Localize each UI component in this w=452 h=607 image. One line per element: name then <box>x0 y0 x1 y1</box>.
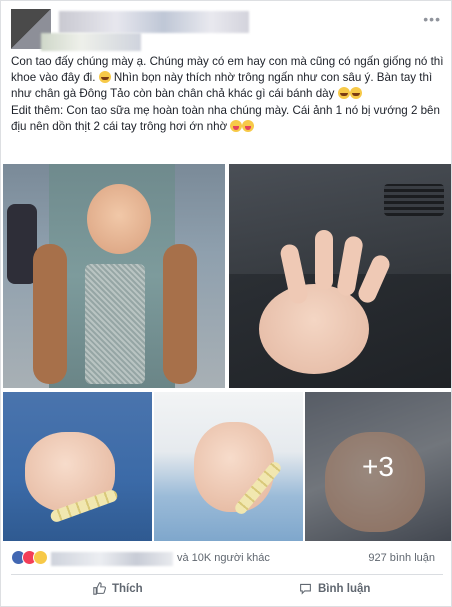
more-photos-count: +3 <box>362 450 394 482</box>
like-button[interactable]: Thích <box>93 582 143 595</box>
reactor-names-blurred[interactable] <box>51 552 173 566</box>
action-bar: Thích Bình luận <box>11 578 443 606</box>
more-options-icon[interactable]: ••• <box>423 11 441 27</box>
post-paragraph-1: Con tao đấy chúng mày ạ. Chúng mày có em… <box>11 55 444 101</box>
thumbs-up-icon <box>93 582 106 595</box>
comment-icon <box>300 583 311 595</box>
comment-label: Bình luận <box>318 582 371 595</box>
joy-emoji-icon <box>349 87 362 100</box>
photo-baby-hand-car[interactable] <box>229 164 451 388</box>
photo-baby-fist-1[interactable] <box>3 392 152 541</box>
rofl-emoji-icon <box>98 71 111 84</box>
divider <box>11 574 443 575</box>
tongue-emoji-icon <box>242 119 255 132</box>
author-name-blurred[interactable] <box>59 11 249 33</box>
like-label: Thích <box>112 582 143 595</box>
tongue-emoji-icon <box>230 119 243 132</box>
post-paragraph-2: Edit thêm: Con tao sữa mẹ hoàn toàn nha … <box>11 103 440 133</box>
reaction-count-text[interactable]: và 10K người khác <box>177 552 270 564</box>
post-header: ••• <box>11 9 443 51</box>
post-card: ••• Con tao đấy chúng mày ạ. Chúng mày c… <box>0 0 452 607</box>
photo-baby-fist-2[interactable] <box>154 392 303 541</box>
photo-baby-carrier[interactable] <box>3 164 225 388</box>
more-photos-overlay[interactable]: +3 <box>305 392 451 541</box>
joy-emoji-icon <box>337 87 350 100</box>
timestamp-blurred[interactable] <box>41 33 141 51</box>
reactions-bar: và 10K người khác 927 bình luận <box>11 550 443 566</box>
post-text: Con tao đấy chúng mày ạ. Chúng mày có em… <box>11 54 445 135</box>
comment-button[interactable]: Bình luận <box>299 582 370 595</box>
comment-count[interactable]: 927 bình luận <box>368 552 435 564</box>
haha-reaction-icon[interactable] <box>33 550 48 565</box>
photo-baby-foot[interactable]: +3 <box>305 392 451 541</box>
